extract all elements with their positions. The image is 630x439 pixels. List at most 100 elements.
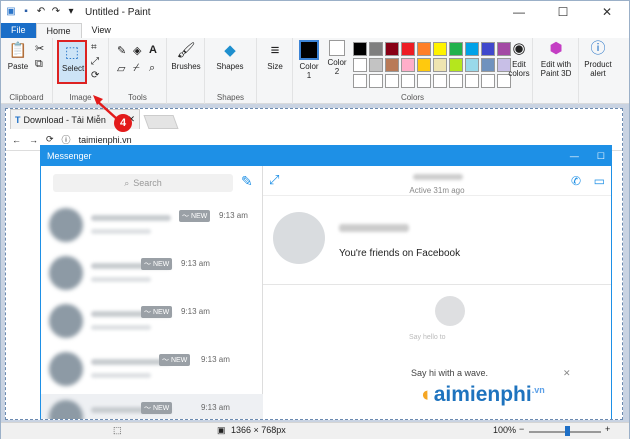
cut-icon[interactable]: ✂ [35,42,44,55]
copy-icon[interactable]: ⧉ [35,58,43,71]
new-badge-text: NEW [152,261,170,268]
shapes-button[interactable]: ◆ Shapes [207,42,253,71]
color-picker-icon[interactable]: ⌿ [133,62,140,75]
rotate-icon[interactable]: ⟳ [91,70,99,81]
new-tab-button[interactable] [143,115,179,129]
search-input[interactable]: ⌕ Search [53,174,233,192]
brushes-button[interactable]: 🖌 Brushes [169,42,203,71]
color-swatch[interactable] [481,58,495,72]
edit-colors-button[interactable]: ◉ Edit colors [505,40,533,78]
contact-avatar-blurred [49,256,83,290]
clipboard-group-label: Clipboard [9,93,44,102]
contact-avatar-blurred [49,208,83,242]
color-swatch[interactable] [353,74,367,88]
video-call-icon[interactable]: ▭ [594,174,605,188]
tab-view[interactable]: View [82,23,121,38]
customize-dropdown-icon[interactable]: ▾ [65,6,77,18]
taimienphi-favicon: T [15,114,21,125]
color-swatch[interactable] [481,74,495,88]
wave-prompt: Say hi with a wave. [411,368,489,378]
message-preview-blurred [91,373,151,378]
tab-file[interactable]: File [1,23,36,38]
url-text[interactable]: taimienphi.vn [79,135,132,145]
message-preview-blurred [91,277,151,282]
color-swatch[interactable] [385,74,399,88]
active-status: Active 31m ago [409,186,465,195]
conversation-row[interactable]: 〜 NEW 9:13 am [41,202,263,248]
color-swatch[interactable] [353,58,367,72]
chat-header: ⤢ Active 31m ago ✆ ▭ [263,166,611,196]
edit-paint3d-button[interactable]: ⬢ Edit with Paint 3D [535,40,577,78]
zoom-slider-thumb[interactable] [565,426,570,436]
color-swatch[interactable] [433,42,447,56]
color-swatch[interactable] [369,74,383,88]
color-swatch[interactable] [465,74,479,88]
color-swatch[interactable] [449,74,463,88]
contact-small-avatar [435,296,465,326]
color-swatch[interactable] [385,42,399,56]
color-swatch[interactable] [433,74,447,88]
color-swatch[interactable] [369,58,383,72]
watermark-text: aimienphi [433,383,532,406]
color-swatch[interactable] [465,42,479,56]
refresh-icon[interactable]: ⟳ [46,134,54,145]
save-icon[interactable]: ▪ [20,6,32,18]
new-badge-text: NEW [152,309,170,316]
message-time: 9:13 am [201,355,230,364]
zoom-out-icon[interactable]: − [519,424,524,434]
color-swatch[interactable] [369,42,383,56]
color-swatch[interactable] [417,58,431,72]
tab-home[interactable]: Home [35,23,82,38]
color-swatch[interactable] [401,42,415,56]
messenger-maximize-icon[interactable]: ☐ [597,146,605,166]
window-title: Untitled - Paint [85,6,151,18]
color-swatch[interactable] [353,42,367,56]
call-icon[interactable]: ✆ [571,174,581,188]
minimize-button[interactable]: — [497,1,541,23]
resize-icon[interactable]: ⤢ [91,56,99,67]
undo-icon[interactable]: ↶ [35,6,47,18]
color-swatch[interactable] [401,74,415,88]
zoom-in-icon[interactable]: + [605,424,610,434]
text-icon[interactable]: A [149,44,157,56]
magnifier-icon[interactable]: ⌕ [149,62,155,75]
fill-icon[interactable]: ◈ [133,44,141,57]
paste-button[interactable]: 📋 Paste [5,42,31,71]
color2-button[interactable]: Color 2 [325,40,349,76]
conversation-row[interactable]: 〜 NEW 9:13 am [41,298,263,344]
color-swatch[interactable] [417,42,431,56]
say-hello-text: Say hello to [409,334,446,341]
forward-icon[interactable]: → [29,135,38,145]
color-swatch[interactable] [481,42,495,56]
conversation-row[interactable]: 〜 NEW 9:13 am [41,346,263,392]
conversation-row[interactable]: 〜 NEW 9:13 am [41,250,263,296]
pencil-icon[interactable]: ✎ [117,44,126,57]
compose-icon[interactable]: ✎ [241,173,253,190]
color-swatch[interactable] [449,58,463,72]
select-button[interactable]: ⬚ Select [57,40,87,84]
redo-icon[interactable]: ↷ [50,6,62,18]
color-swatch[interactable] [465,58,479,72]
back-icon[interactable]: ← [12,135,21,145]
color-swatch[interactable] [433,58,447,72]
color-swatch[interactable] [417,74,431,88]
color-swatch[interactable] [385,58,399,72]
size-button[interactable]: ≡ Size [261,42,289,71]
maximize-button[interactable]: ☐ [541,1,585,23]
search-icon: ⌕ [124,177,130,188]
color-swatch[interactable] [401,58,415,72]
pasted-screenshot[interactable]: T Download - Tải Miễn ✕ ← → ⟳ ⓘ taimienp… [5,108,623,420]
color1-button[interactable]: Color 1 [295,40,323,80]
eraser-icon[interactable]: ▱ [117,62,125,75]
color-swatch[interactable] [449,42,463,56]
product-alert-button[interactable]: ⓘ Product alert [581,40,615,78]
status-bar: ⬚ ▣ 1366 × 768px 100% − + [1,422,629,439]
messenger-minimize-icon[interactable]: — [570,146,579,166]
crop-icon[interactable]: ⌗ [91,42,97,53]
divider [263,284,611,285]
message-preview-blurred [91,325,151,330]
close-button[interactable]: ✕ [585,1,629,23]
conversation-row[interactable]: 〜 NEW 9:13 am [41,394,263,419]
new-badge-text: NEW [170,357,188,364]
dismiss-icon[interactable]: ✕ [563,368,571,379]
